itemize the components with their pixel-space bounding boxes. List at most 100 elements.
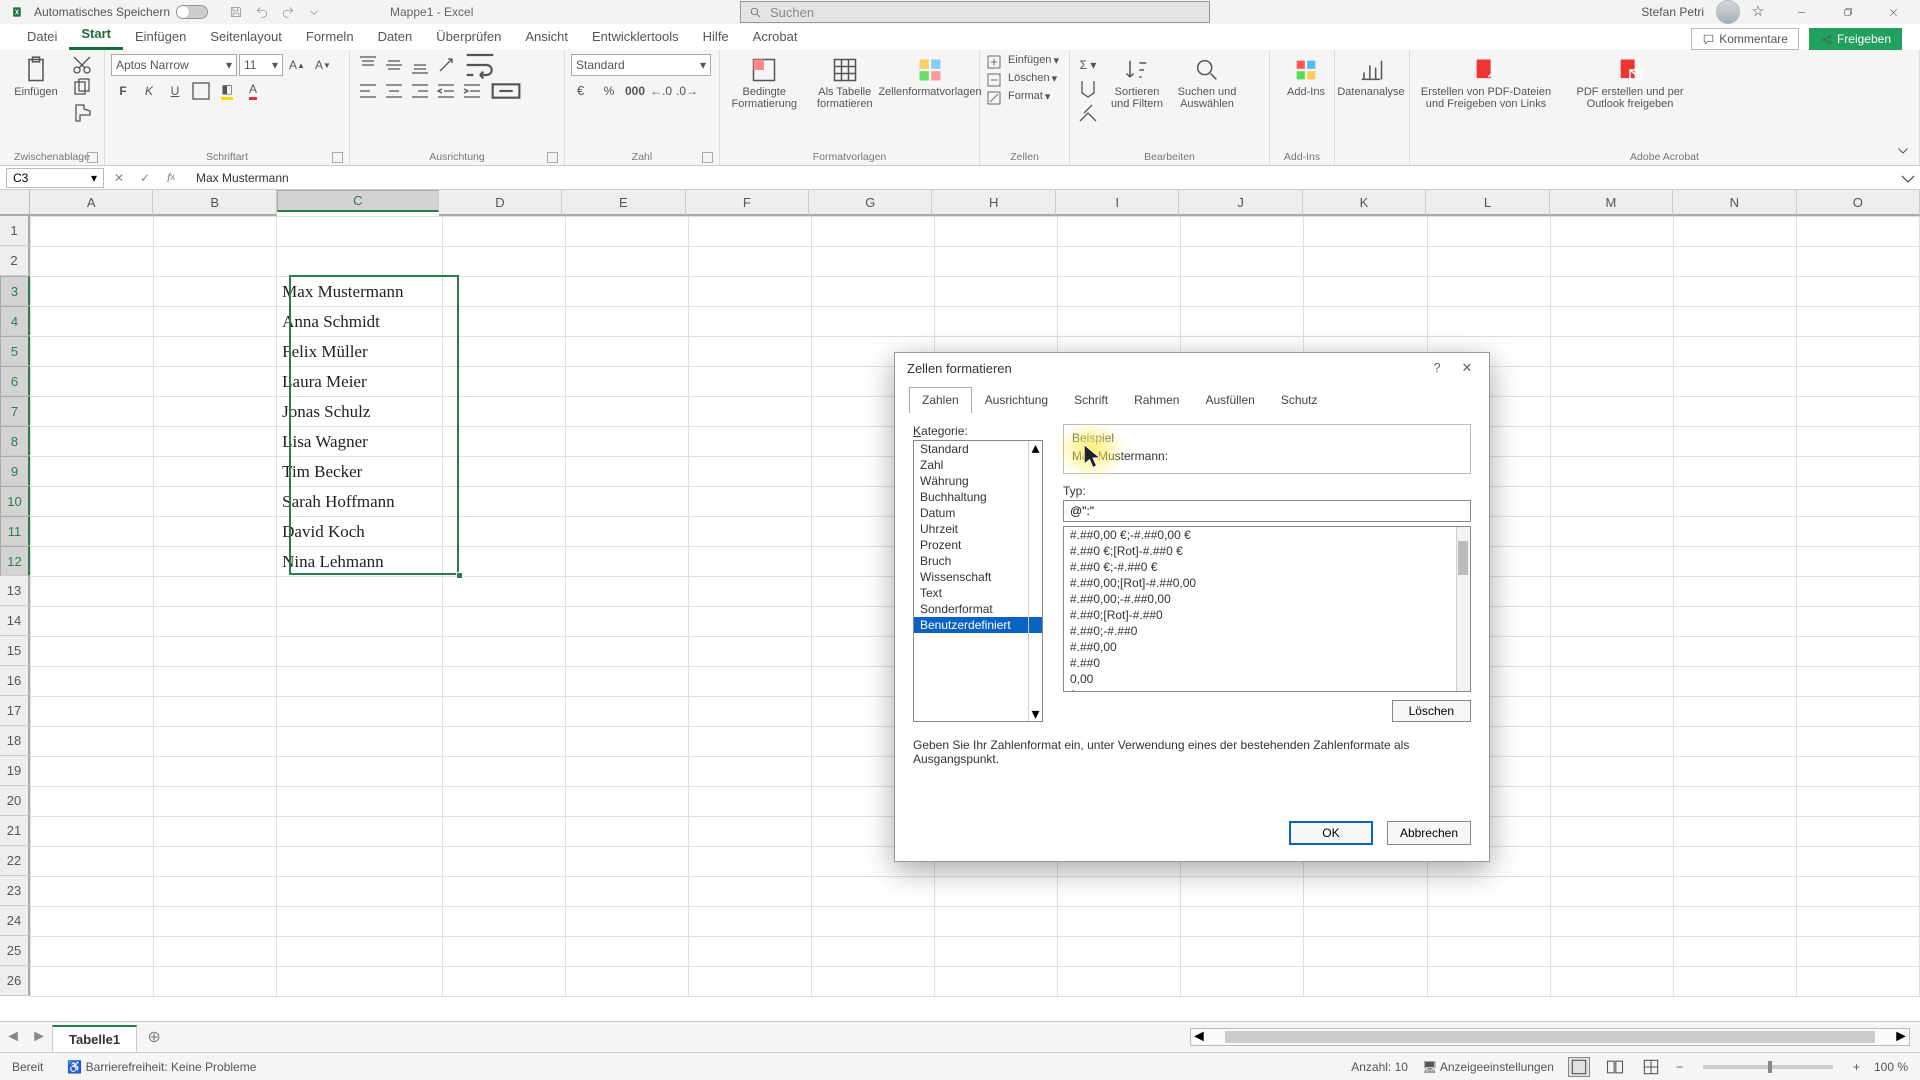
format-code-item[interactable]: #.##0 €;[Rot]-#.##0 € <box>1064 543 1470 559</box>
cell[interactable] <box>812 277 935 307</box>
cell[interactable] <box>689 877 812 907</box>
cell[interactable] <box>277 217 443 247</box>
cell[interactable] <box>689 217 812 247</box>
format-as-table-button[interactable]: Als Tabelle formatieren <box>807 54 884 112</box>
tab-daten[interactable]: Daten <box>366 25 425 50</box>
cell[interactable] <box>442 727 565 757</box>
cell[interactable] <box>277 847 443 877</box>
cell[interactable] <box>31 517 154 547</box>
cell[interactable] <box>689 367 812 397</box>
increase-decimal-button[interactable]: ←.0 <box>649 80 673 102</box>
category-item[interactable]: Buchhaltung <box>914 489 1042 505</box>
dlg-tab-ausfuellen[interactable]: Ausfüllen <box>1192 387 1267 413</box>
cell[interactable] <box>1550 307 1673 337</box>
category-item[interactable]: Prozent <box>914 537 1042 553</box>
cell[interactable] <box>31 877 154 907</box>
cell[interactable] <box>31 397 154 427</box>
autosum-button[interactable]: Σ ▾ <box>1076 54 1100 76</box>
cell[interactable] <box>565 757 688 787</box>
cell[interactable] <box>277 877 443 907</box>
cell[interactable] <box>1058 907 1181 937</box>
font-size-select[interactable]: 11▾ <box>239 54 283 76</box>
cell[interactable] <box>565 637 688 667</box>
cell[interactable] <box>689 697 812 727</box>
cell[interactable] <box>1550 967 1673 997</box>
cell[interactable] <box>935 877 1058 907</box>
cell[interactable] <box>1550 337 1673 367</box>
view-pagelayout-icon[interactable] <box>1604 1057 1626 1077</box>
cell[interactable] <box>689 727 812 757</box>
format-code-item[interactable]: 0,00 <box>1064 671 1470 687</box>
cell[interactable] <box>277 577 443 607</box>
category-item[interactable]: Benutzerdefiniert <box>914 617 1042 633</box>
window-close-icon[interactable] <box>1874 0 1912 24</box>
search-box[interactable]: Suchen <box>740 1 1210 23</box>
fill-button[interactable] <box>1076 78 1100 100</box>
cell[interactable] <box>1304 277 1427 307</box>
cell[interactable] <box>565 697 688 727</box>
dlg-tab-rahmen[interactable]: Rahmen <box>1121 387 1192 413</box>
cell[interactable] <box>565 277 688 307</box>
column-header[interactable]: L <box>1426 190 1549 216</box>
row-header[interactable]: 26 <box>0 966 30 996</box>
cell[interactable] <box>1550 877 1673 907</box>
cell[interactable] <box>565 457 688 487</box>
cell[interactable] <box>1673 637 1796 667</box>
cell[interactable] <box>442 937 565 967</box>
formula-input[interactable]: Max Mustermann <box>182 171 1896 185</box>
cell[interactable] <box>277 907 443 937</box>
cell[interactable] <box>1058 937 1181 967</box>
cell[interactable] <box>1796 877 1919 907</box>
cell[interactable] <box>154 307 277 337</box>
cell[interactable]: Lisa Wagner <box>277 427 443 457</box>
cell[interactable] <box>1673 487 1796 517</box>
cell[interactable] <box>1673 787 1796 817</box>
cell[interactable] <box>31 907 154 937</box>
cell[interactable] <box>154 937 277 967</box>
cell[interactable] <box>1796 667 1919 697</box>
cell[interactable] <box>31 817 154 847</box>
border-button[interactable] <box>189 80 213 102</box>
cell[interactable] <box>154 247 277 277</box>
cell[interactable] <box>1796 817 1919 847</box>
column-header[interactable]: C <box>277 190 439 212</box>
cell[interactable] <box>1550 607 1673 637</box>
cell[interactable] <box>689 907 812 937</box>
cell[interactable] <box>1673 307 1796 337</box>
type-input[interactable]: @":" <box>1063 500 1471 522</box>
cell[interactable] <box>31 487 154 517</box>
row-header[interactable]: 5 <box>0 336 30 366</box>
cell[interactable]: Anna Schmidt <box>277 307 443 337</box>
qat-dropdown-icon[interactable] <box>304 2 324 22</box>
dialog-launcher-icon[interactable] <box>332 152 343 163</box>
enter-formula-icon[interactable]: ✓ <box>134 167 156 189</box>
cell[interactable] <box>1796 397 1919 427</box>
number-format-select[interactable]: Standard▾ <box>571 54 711 76</box>
cell[interactable]: Sarah Hoffmann <box>277 487 443 517</box>
cell[interactable] <box>442 907 565 937</box>
cell[interactable] <box>442 607 565 637</box>
cell[interactable] <box>565 847 688 877</box>
cell[interactable] <box>442 577 565 607</box>
find-select-button[interactable]: Suchen und Auswählen <box>1174 54 1240 112</box>
cell[interactable] <box>154 637 277 667</box>
cell[interactable] <box>1796 847 1919 877</box>
cell[interactable] <box>1796 337 1919 367</box>
cell[interactable] <box>1550 367 1673 397</box>
cell[interactable] <box>689 337 812 367</box>
cell[interactable] <box>1673 907 1796 937</box>
cell[interactable] <box>154 787 277 817</box>
cell[interactable] <box>1304 217 1427 247</box>
view-normal-icon[interactable] <box>1568 1057 1590 1077</box>
font-color-button[interactable]: A <box>241 80 265 102</box>
cell[interactable] <box>565 487 688 517</box>
cell[interactable] <box>154 217 277 247</box>
row-header[interactable]: 23 <box>0 876 30 906</box>
cell[interactable] <box>277 697 443 727</box>
cell[interactable] <box>31 337 154 367</box>
delete-format-button[interactable]: Löschen <box>1392 700 1471 722</box>
create-pdf-outlook-button[interactable]: PDF erstellen und per Outlook freigeben <box>1560 54 1700 112</box>
cell[interactable] <box>1058 877 1181 907</box>
format-painter-button[interactable] <box>70 102 94 124</box>
share-button[interactable]: Freigeben <box>1809 28 1902 50</box>
